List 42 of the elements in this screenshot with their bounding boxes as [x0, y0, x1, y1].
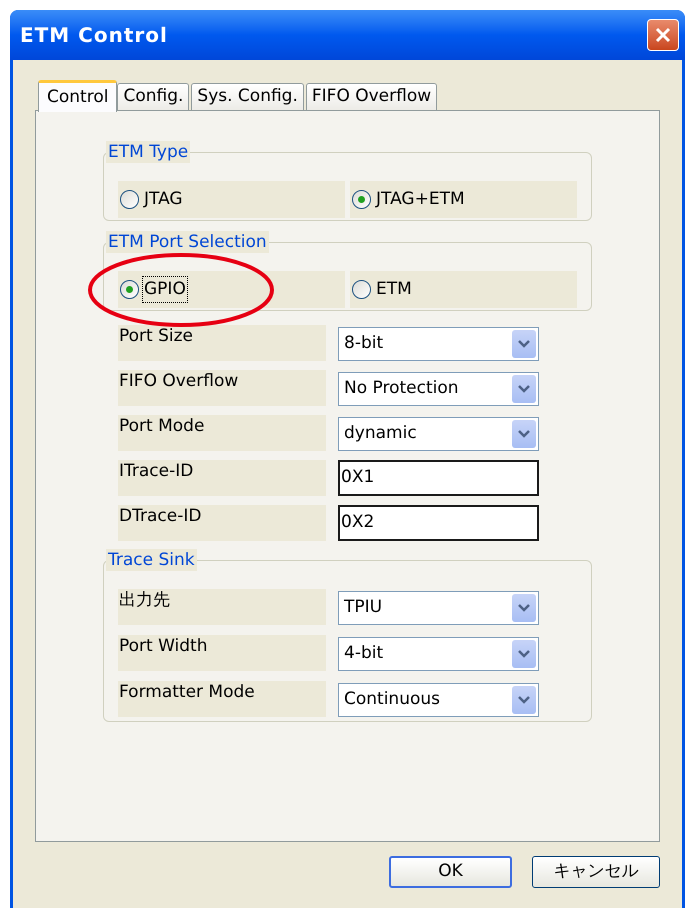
dropdown[interactable]: 8-bit — [338, 327, 539, 361]
dropdown[interactable]: No Protection — [338, 372, 539, 406]
field-label: Port Width — [118, 635, 326, 671]
dialog-button[interactable]: OK — [389, 856, 512, 888]
chevron-down-icon — [512, 640, 536, 668]
group-title: ETM Port Selection — [106, 231, 269, 253]
dropdown[interactable]: TPIU — [338, 591, 539, 625]
close-button[interactable] — [647, 19, 679, 51]
radio-button[interactable] — [352, 190, 371, 209]
chevron-down-icon — [512, 375, 536, 403]
group-title: ETM Type — [106, 141, 190, 163]
close-icon — [654, 26, 672, 44]
radio-label: ETM — [375, 278, 413, 301]
radio-label: GPIO — [143, 276, 187, 302]
chevron-down-icon — [512, 686, 536, 714]
field-label: DTrace-ID — [118, 505, 326, 541]
chevron-down-icon — [512, 330, 536, 358]
field-label: Port Mode — [118, 415, 326, 451]
radio-button[interactable] — [352, 280, 371, 299]
field-label: 出力先 — [118, 589, 326, 625]
window-title: ETM Control — [20, 22, 168, 49]
radio-button[interactable] — [120, 280, 139, 299]
dialog-button[interactable]: キャンセル — [532, 856, 660, 888]
input-field[interactable]: 0X2 — [338, 505, 539, 541]
dropdown[interactable]: dynamic — [338, 417, 539, 451]
chevron-down-icon — [512, 594, 536, 622]
radio-label: JTAG — [143, 188, 184, 211]
dropdown[interactable]: Continuous — [338, 683, 539, 717]
field-label: Port Size — [118, 325, 326, 361]
chevron-down-icon — [512, 420, 536, 448]
dropdown[interactable]: 4-bit — [338, 637, 539, 671]
tab[interactable]: Config. — [117, 83, 190, 110]
tab[interactable]: FIFO Overflow — [306, 83, 438, 110]
field-label: ITrace-ID — [118, 460, 326, 496]
field-label: Formatter Mode — [118, 681, 326, 717]
tab[interactable]: Control — [38, 80, 118, 112]
radio-label: JTAG+ETM — [375, 188, 466, 211]
radio-button[interactable] — [120, 190, 139, 209]
field-label: FIFO Overflow — [118, 370, 326, 406]
input-field[interactable]: 0X1 — [338, 460, 539, 496]
group-title: Trace Sink — [106, 549, 197, 571]
tab[interactable]: Sys. Config. — [191, 83, 304, 110]
